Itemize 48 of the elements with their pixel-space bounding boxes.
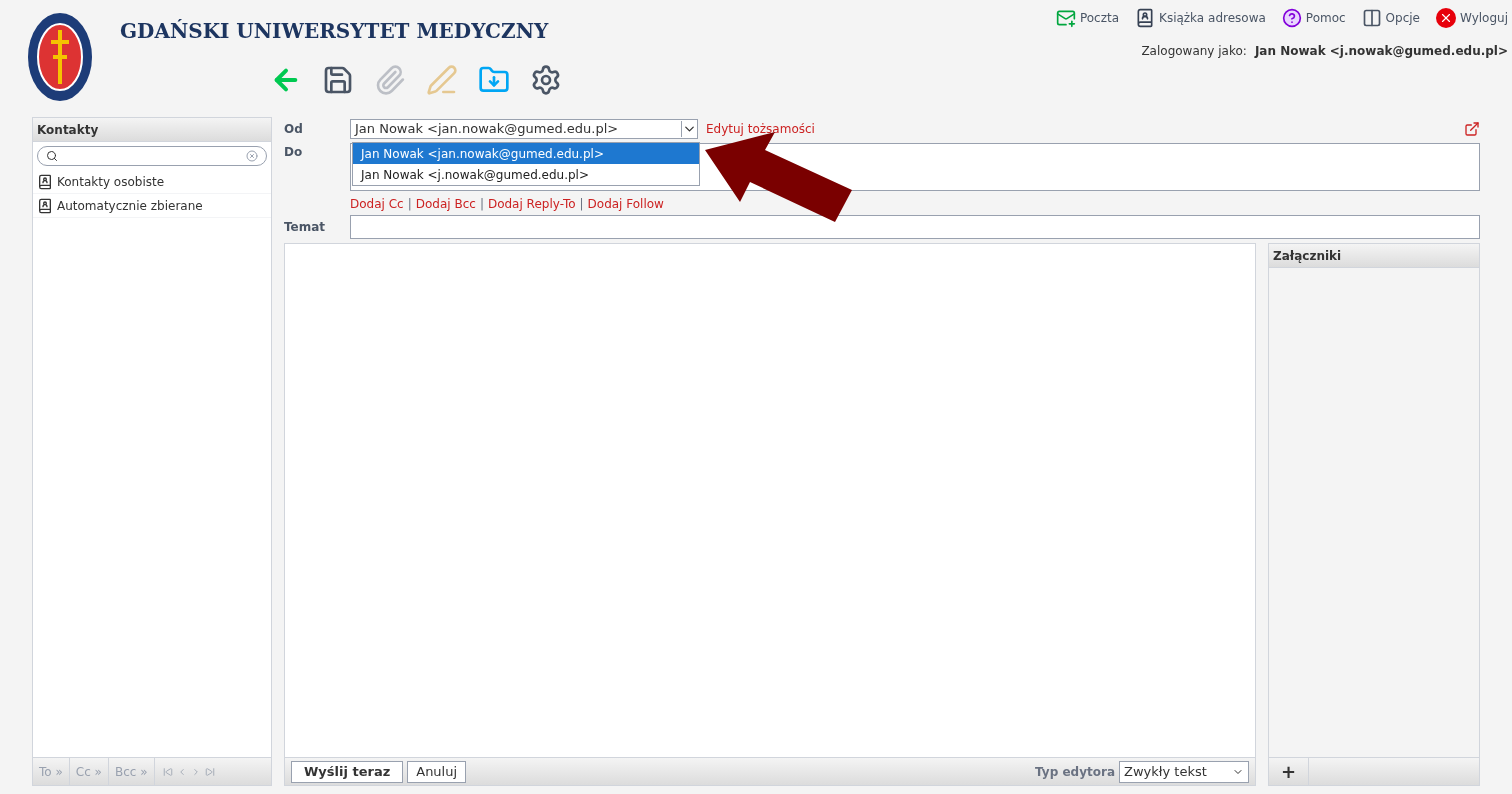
contacts-group-item[interactable]: Automatycznie zbierane <box>33 194 271 218</box>
last-page-icon[interactable] <box>204 766 215 777</box>
cancel-button[interactable]: Anuluj <box>407 760 467 783</box>
link-separator: | <box>407 196 412 213</box>
editor-type-select[interactable]: Zwykły tekst <box>1119 760 1249 783</box>
first-page-icon[interactable] <box>162 766 173 777</box>
dropdown-caret-icon <box>681 121 697 137</box>
add-header-link[interactable]: Dodaj Reply-To <box>487 195 576 213</box>
nav-link[interactable]: Opcje <box>1361 8 1420 28</box>
popout-icon[interactable] <box>1464 121 1480 137</box>
from-option[interactable]: Jan Nowak <j.nowak@gumed.edu.pl> <box>353 164 699 185</box>
send-button[interactable]: Wyślij teraz <box>291 760 404 783</box>
nav-link[interactable]: Wyloguj <box>1436 8 1508 28</box>
settings-icon[interactable] <box>530 64 562 96</box>
save-icon[interactable] <box>322 64 354 96</box>
link-separator: | <box>579 196 584 213</box>
link-separator: | <box>479 196 484 213</box>
options-icon <box>1361 8 1382 28</box>
editor-type-label: Typ edytora <box>1035 763 1115 781</box>
mail-icon <box>1055 8 1076 28</box>
add-header-link[interactable]: Dodaj Cc <box>350 195 404 213</box>
logout-icon <box>1436 8 1456 28</box>
search-icon <box>46 150 58 162</box>
from-label: Od <box>284 121 304 138</box>
address-book-icon <box>1135 8 1155 28</box>
subject-label: Temat <box>284 219 327 236</box>
help-icon <box>1281 8 1302 28</box>
to-label: Do <box>284 144 304 161</box>
from-option[interactable]: Jan Nowak <jan.nowak@gumed.edu.pl> <box>353 143 699 164</box>
nav-link[interactable]: Poczta <box>1055 8 1119 28</box>
university-title: GDAŃSKI UNIWERSYTET MEDYCZNY <box>120 18 549 45</box>
nav-link[interactable]: Pomoc <box>1281 8 1346 28</box>
message-body-field[interactable] <box>285 244 1255 757</box>
from-select[interactable]: Jan Nowak <jan.nowak@gumed.edu.pl> <box>350 119 698 139</box>
logged-in-user: Jan Nowak <j.nowak@gumed.edu.pl> <box>1254 43 1508 60</box>
logged-in-label: Zalogowany jako: <box>1141 43 1247 60</box>
address-book-icon <box>37 197 53 214</box>
add-attachment-button[interactable]: + <box>1269 758 1309 785</box>
attachments-header: Załączniki <box>1269 244 1479 268</box>
edit-identities-link[interactable]: Edytuj tożsamości <box>706 120 815 138</box>
add-header-link[interactable]: Dodaj Bcc <box>415 195 476 213</box>
add-header-link[interactable]: Dodaj Follow <box>587 195 664 213</box>
clear-icon <box>246 150 258 162</box>
contacts-group-item[interactable]: Kontakty osobiste <box>33 170 271 194</box>
nav-link[interactable]: Książka adresowa <box>1135 8 1266 28</box>
contacts-header: Kontakty <box>33 118 271 142</box>
address-book-icon <box>37 173 53 190</box>
subject-field[interactable] <box>350 215 1480 239</box>
